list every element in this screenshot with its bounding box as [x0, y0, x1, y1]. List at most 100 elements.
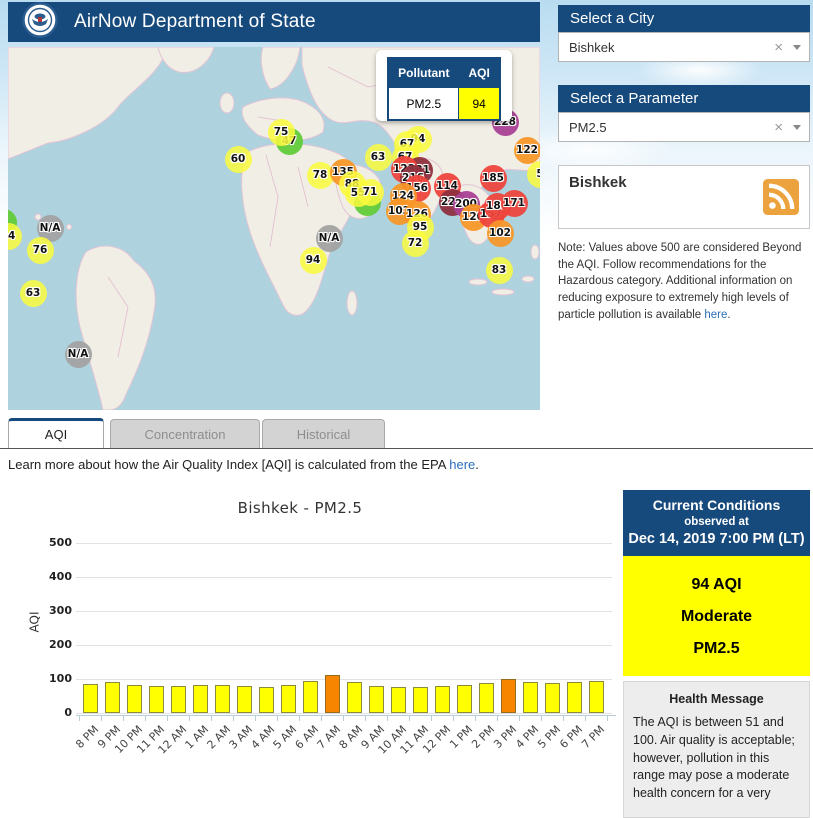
aqi-bar: [171, 686, 186, 713]
map-popup: Pollutant AQI PM2.5 94: [376, 50, 512, 121]
aqi-bar: [83, 684, 98, 713]
x-axis-tick: [321, 716, 322, 721]
gridline: [76, 577, 612, 578]
x-axis-tick: [299, 716, 300, 721]
y-axis-tick: 400: [30, 570, 72, 583]
x-axis-tick: [167, 716, 168, 721]
city-caret-icon[interactable]: [793, 45, 801, 50]
x-axis-tick: [79, 716, 80, 721]
aqi-bar: [127, 685, 142, 713]
x-axis-tick: [343, 716, 344, 721]
beyond-aqi-note: Note: Values above 500 are considered Be…: [558, 240, 810, 323]
y-axis-tick: 200: [30, 638, 72, 651]
y-axis-tick: 500: [30, 536, 72, 549]
select-parameter-header: Select a Parameter: [558, 85, 810, 112]
world-aqi-map[interactable]: 54N/A7663N/A477560N/A9478135885571639467…: [8, 47, 540, 410]
aqi-bubble[interactable]: 83: [486, 257, 513, 284]
cc-title: Current Conditions: [627, 497, 806, 513]
note-here-link[interactable]: here: [704, 309, 727, 321]
gridline: [76, 543, 612, 544]
cc-observed-at: observed at: [627, 516, 806, 528]
cc-health-section: Health Message The AQI is between 51 and…: [623, 681, 810, 818]
aqi-bubble[interactable]: 94: [300, 247, 327, 274]
aqi-bar: [237, 686, 252, 713]
current-conditions-header: Current Conditions observed at Dec 14, 2…: [623, 490, 810, 556]
tab-historical[interactable]: Historical: [262, 419, 385, 448]
parameter-select[interactable]: PM2.5 ×: [558, 112, 810, 142]
select-city-header: Select a City: [558, 5, 810, 32]
x-axis-tick: [255, 716, 256, 721]
gridline: [76, 713, 612, 714]
aqi-bar: [501, 679, 516, 713]
aqi-bar: [413, 687, 428, 713]
city-select-value: Bishkek: [569, 40, 774, 55]
chart-title: Bishkek - PM2.5: [0, 499, 600, 517]
x-axis-line: [76, 715, 616, 716]
state-department-seal-icon: [22, 2, 58, 43]
aqi-bubble[interactable]: 60: [225, 146, 252, 173]
learn-more-here-link[interactable]: here: [449, 457, 475, 472]
aqi-bar: [303, 681, 318, 713]
parameter-select-value: PM2.5: [569, 120, 774, 135]
cc-aqi-box: 94 AQI Moderate PM2.5: [623, 556, 810, 676]
cc-health-header: Health Message: [624, 692, 809, 706]
rss-icon[interactable]: [763, 179, 799, 220]
aqi-bubble[interactable]: 171: [501, 190, 528, 217]
cc-health-text: The AQI is between 51 and 100. Air quali…: [624, 714, 809, 803]
x-axis-tick: [211, 716, 212, 721]
tab-concentration[interactable]: Concentration: [110, 419, 260, 448]
y-axis-tick: 100: [30, 672, 72, 685]
x-axis-tick: [475, 716, 476, 721]
tab-aqi[interactable]: AQI: [8, 418, 104, 448]
parameter-clear-icon[interactable]: ×: [774, 120, 783, 135]
aqi-bar: [259, 687, 274, 713]
aqi-bar-chart: Bishkek - PM2.5 AQI 01002003004005008 PM…: [0, 485, 620, 751]
aqi-bar: [523, 682, 538, 713]
aqi-bar: [545, 683, 560, 713]
parameter-caret-icon[interactable]: [793, 125, 801, 130]
x-axis-tick: [145, 716, 146, 721]
x-axis-tick: [541, 716, 542, 721]
aqi-bar: [193, 685, 208, 713]
aqi-bubble[interactable]: 122: [514, 137, 541, 164]
aqi-bar: [567, 682, 582, 713]
x-axis-tick: [607, 716, 608, 721]
aqi-bar: [105, 682, 120, 713]
city-select[interactable]: Bishkek ×: [558, 32, 810, 62]
popup-pollutant-value: PM2.5: [388, 88, 459, 120]
x-axis-tick: [387, 716, 388, 721]
x-axis-tick: [453, 716, 454, 721]
aqi-bar: [479, 683, 494, 713]
learn-more-period: .: [475, 457, 479, 472]
x-axis-tick: [563, 716, 564, 721]
aqi-bubble[interactable]: 63: [365, 144, 392, 171]
x-axis-tick: [101, 716, 102, 721]
aqi-bar: [589, 681, 604, 713]
aqi-bubble[interactable]: 76: [27, 237, 54, 264]
x-axis-tick: [431, 716, 432, 721]
y-axis-tick: 300: [30, 604, 72, 617]
aqi-bubble[interactable]: 63: [20, 280, 47, 307]
aqi-bar: [325, 675, 340, 713]
aqi-bubble[interactable]: 185: [480, 165, 507, 192]
aqi-bar: [215, 685, 230, 713]
aqi-bar: [149, 686, 164, 713]
page-title: AirNow Department of State: [74, 11, 316, 33]
note-period: .: [727, 309, 730, 321]
aqi-bubble[interactable]: 102: [487, 220, 514, 247]
app-header: AirNow Department of State: [8, 2, 540, 42]
aqi-bubble[interactable]: N/A: [65, 341, 92, 368]
cc-aqi-category: Moderate: [623, 608, 810, 626]
aqi-bubble[interactable]: 75: [268, 119, 295, 146]
cc-aqi-value: 94 AQI: [623, 576, 810, 594]
city-feed-box: Bishkek: [558, 165, 810, 229]
aqi-bar: [391, 687, 406, 713]
cc-aqi-pollutant: PM2.5: [623, 640, 810, 658]
city-clear-icon[interactable]: ×: [774, 40, 783, 55]
x-axis-tick: [585, 716, 586, 721]
tab-bar: AQI Concentration Historical: [0, 418, 813, 449]
x-axis-tick: [277, 716, 278, 721]
aqi-bubble[interactable]: 71: [357, 179, 384, 206]
aqi-bubble[interactable]: 72: [402, 230, 429, 257]
learn-more-before: Learn more about how the Air Quality Ind…: [8, 457, 449, 472]
